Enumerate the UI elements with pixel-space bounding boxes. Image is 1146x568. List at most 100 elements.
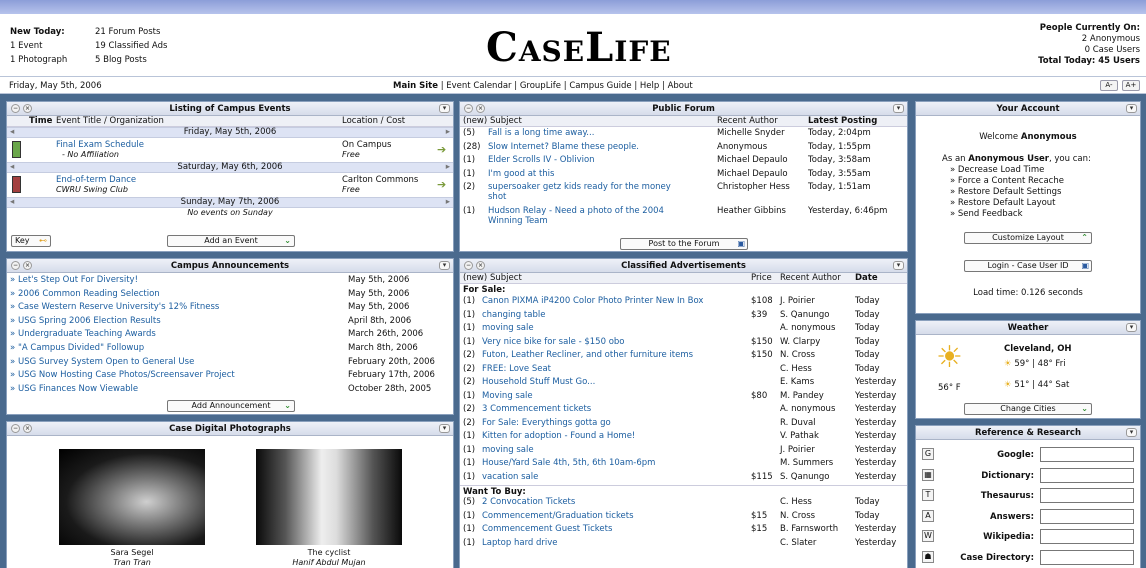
reference-input[interactable] — [1040, 549, 1134, 565]
ad-subject[interactable]: 2 Convocation Tickets — [482, 497, 575, 508]
ad-subject[interactable]: Laptop hard drive — [482, 538, 558, 549]
account-option-label[interactable]: Restore Default Settings — [958, 187, 1062, 197]
account-option[interactable]: » Restore Default Settings — [950, 187, 1064, 198]
ad-row[interactable]: (1) moving sale A. nonymous Today — [460, 323, 907, 337]
ad-subject[interactable]: Commencement/Graduation tickets — [482, 511, 634, 522]
chevron-down-icon[interactable]: ▾ — [893, 104, 904, 113]
post-forum-button[interactable]: Post to the Forum ▣ — [620, 238, 748, 250]
announcement-title[interactable]: USG Survey System Open to General Use — [18, 357, 194, 368]
ad-subject[interactable]: House/Yard Sale 4th, 5th, 6th 10am-6pm — [482, 458, 655, 469]
forum-subject[interactable]: Slow Internet? Blame these people. — [488, 142, 639, 153]
announcement-row[interactable]: » USG Survey System Open to General Use Fe… — [7, 357, 453, 370]
forum-subject[interactable]: Fall is a long time away... — [488, 128, 594, 139]
announcement-title[interactable]: Undergraduate Teaching Awards — [18, 329, 156, 340]
arrow-right-icon[interactable]: ➔ — [437, 178, 446, 191]
event-row[interactable]: End-of-term Dance CWRU Swing Club Carlto… — [7, 173, 453, 197]
chevron-down-icon[interactable]: ▾ — [439, 424, 450, 433]
ad-row[interactable]: (1) vacation sale $115 S. Qanungo Yesterday — [460, 472, 907, 486]
event-title[interactable]: End-of-term Dance — [56, 175, 136, 185]
forum-row[interactable]: (5) Fall is a long time away... Michelle S… — [460, 128, 907, 142]
key-button[interactable]: Key ⊷ — [11, 235, 51, 247]
ad-subject[interactable]: vacation sale — [482, 472, 538, 483]
ad-row[interactable]: (1) Kitten for adoption - Found a Home! V.… — [460, 431, 907, 445]
forum-subject[interactable]: Elder Scrolls IV - Oblivion — [488, 155, 595, 166]
ad-row[interactable]: (1) moving sale J. Poirier Yesterday — [460, 445, 907, 459]
account-option-label[interactable]: Force a Content Recache — [958, 176, 1064, 186]
announcement-row[interactable]: » Case Western Reserve University's 12% F… — [7, 302, 453, 315]
ad-row[interactable]: (2) Futon, Leather Recliner, and other fu… — [460, 350, 907, 364]
reference-input[interactable] — [1040, 488, 1134, 503]
chevron-down-icon[interactable]: ▾ — [1126, 323, 1137, 332]
announcement-title[interactable]: USG Now Hosting Case Photos/Screensaver … — [18, 370, 235, 381]
account-option[interactable]: » Force a Content Recache — [950, 176, 1064, 187]
ad-subject[interactable]: Futon, Leather Recliner, and other furni… — [482, 350, 693, 361]
ad-row[interactable]: (2) Household Stuff Must Go... E. Kams Yest… — [460, 377, 907, 391]
close-icon[interactable]: × — [23, 261, 32, 270]
chevron-down-icon[interactable]: ▾ — [439, 261, 450, 270]
reference-input[interactable] — [1040, 508, 1134, 524]
ad-row[interactable]: (1) Commencement Guest Tickets $15 B. Farns… — [460, 524, 907, 538]
ad-subject[interactable]: Commencement Guest Tickets — [482, 524, 612, 535]
ad-row[interactable]: (1) Very nice bike for sale - $150 obo $15… — [460, 337, 907, 351]
chevron-down-icon[interactable]: ▾ — [439, 104, 450, 113]
announcement-title[interactable]: 2006 Common Reading Selection — [18, 289, 160, 300]
close-icon[interactable]: × — [476, 104, 485, 113]
chevron-down-icon[interactable]: ▾ — [1126, 428, 1137, 437]
arrow-right-icon[interactable]: ➔ — [437, 143, 446, 156]
forum-subject-cont[interactable]: Winning Team — [488, 216, 548, 227]
ad-row[interactable]: (1) changing table $39 S. Qanungo Today — [460, 310, 907, 324]
ad-row[interactable]: (2) FREE: Love Seat C. Hess Today — [460, 364, 907, 378]
nav-main-site[interactable]: Main Site — [393, 81, 438, 91]
ad-subject[interactable]: Very nice bike for sale - $150 obo — [482, 337, 625, 348]
announcement-row[interactable]: » 2006 Common Reading Selection May 5th, 2… — [7, 289, 453, 302]
chevron-down-icon[interactable]: ▾ — [893, 261, 904, 270]
account-option-label[interactable]: Send Feedback — [958, 209, 1023, 219]
ad-row[interactable]: (2) 3 Commencement tickets A. nonymous Yest… — [460, 404, 907, 418]
nav-grouplife[interactable]: GroupLife — [520, 81, 561, 91]
close-icon[interactable]: × — [23, 104, 32, 113]
forum-subject[interactable]: I'm good at this — [488, 169, 554, 180]
ad-row[interactable]: (2) For Sale: Everythings gotta go R. Duva… — [460, 418, 907, 432]
announcement-title[interactable]: USG Finances Now Viewable — [18, 384, 138, 395]
ad-row[interactable]: (5) 2 Convocation Tickets C. Hess Today — [460, 497, 907, 511]
event-row[interactable]: Final Exam Schedule - No Affiliation On … — [7, 138, 453, 162]
close-icon[interactable]: × — [476, 261, 485, 270]
ad-subject[interactable]: FREE: Love Seat — [482, 364, 551, 375]
forum-subject-cont[interactable]: shot — [488, 192, 506, 203]
photo-thumbnail[interactable] — [256, 449, 402, 545]
announcement-title[interactable]: "A Campus Divided" Followup — [18, 343, 144, 354]
account-option[interactable]: » Restore Default Layout — [950, 198, 1064, 209]
ad-subject[interactable]: moving sale — [482, 445, 534, 456]
forum-subject[interactable]: supersoaker getz kids ready for the mone… — [488, 182, 671, 193]
add-event-button[interactable]: Add an Event ⌄ — [167, 235, 295, 247]
ad-subject[interactable]: 3 Commencement tickets — [482, 404, 591, 415]
login-button[interactable]: Login - Case User ID ▣ — [964, 260, 1092, 272]
nav-event-calendar[interactable]: Event Calendar — [446, 81, 511, 91]
arrow-left-icon[interactable]: ◂ — [10, 163, 14, 172]
nav-campus-guide[interactable]: Campus Guide — [569, 81, 631, 91]
ad-subject[interactable]: Canon PIXMA iP4200 Color Photo Printer N… — [482, 296, 703, 307]
site-logo[interactable]: CaseLife — [486, 24, 672, 71]
reference-input[interactable] — [1040, 447, 1134, 462]
collapse-icon[interactable]: − — [11, 424, 20, 433]
account-option-label[interactable]: Decrease Load Time — [958, 165, 1044, 175]
chevron-down-icon[interactable]: ▾ — [1126, 104, 1137, 113]
announcement-row[interactable]: » "A Campus Divided" Followup March 8th, 2… — [7, 343, 453, 356]
nav-about[interactable]: About — [668, 81, 693, 91]
event-title[interactable]: Final Exam Schedule — [56, 140, 144, 150]
forum-row[interactable]: (28) Slow Internet? Blame these people. An… — [460, 142, 907, 156]
ad-subject[interactable]: Household Stuff Must Go... — [482, 377, 595, 388]
collapse-icon[interactable]: − — [464, 261, 473, 270]
close-icon[interactable]: × — [23, 424, 32, 433]
ad-row[interactable]: (1) Moving sale $80 M. Pandey Yesterday — [460, 391, 907, 405]
collapse-icon[interactable]: − — [11, 104, 20, 113]
ad-subject[interactable]: For Sale: Everythings gotta go — [482, 418, 611, 429]
font-decrease-button[interactable]: A- — [1100, 80, 1118, 91]
collapse-icon[interactable]: − — [11, 261, 20, 270]
ad-subject[interactable]: moving sale — [482, 323, 534, 334]
forum-row[interactable]: (1) I'm good at this Michael Depaulo Today,… — [460, 169, 907, 183]
announcement-title[interactable]: Let's Step Out For Diversity! — [18, 275, 138, 286]
account-option[interactable]: » Decrease Load Time — [950, 165, 1064, 176]
arrow-left-icon[interactable]: ◂ — [10, 198, 14, 207]
reference-input[interactable] — [1040, 529, 1134, 544]
